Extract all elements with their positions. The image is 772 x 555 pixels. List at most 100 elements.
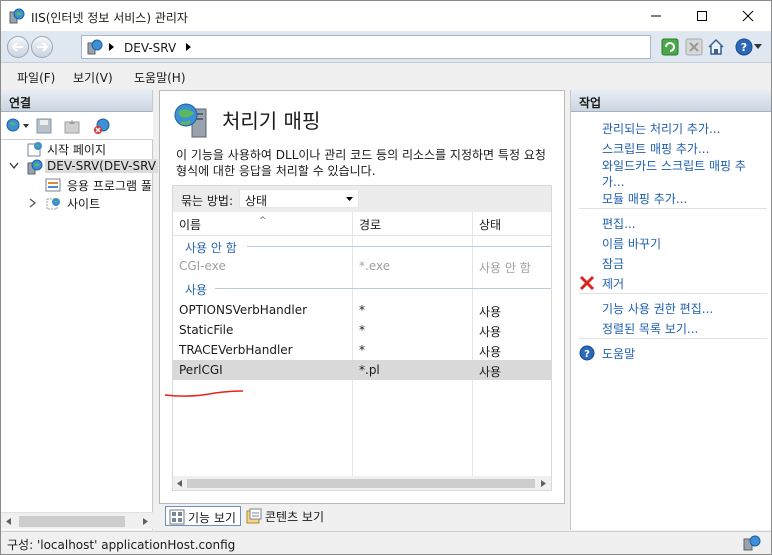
view-tabs: 기능 보기 콘텐츠 보기 [159,504,565,528]
tab-features-label: 기능 보기 [188,511,236,525]
tree-server-label: DEV-SRV(DEV-SRV [45,159,159,173]
help-icon[interactable]: ? [735,38,753,56]
expand-chevron-icon[interactable] [29,198,45,214]
up-level-icon[interactable] [63,117,81,135]
action-edit-feature-permissions[interactable]: 기능 사용 권한 편집... [602,300,713,317]
breadcrumb-arrow-icon[interactable] [186,43,192,51]
row-name: TRACEVerbHandler [179,343,293,357]
svg-text:?: ? [584,349,590,360]
close-icon [742,10,754,22]
action-rename[interactable]: 이름 바꾸기 [602,235,661,252]
scroll-right-icon[interactable] [541,480,546,487]
menu-view[interactable]: 보기(V) [73,69,113,86]
tree-sites[interactable]: 사이트 [1,194,153,212]
connection-status-icon [743,535,761,551]
tree-sites-label: 사이트 [67,197,101,211]
tab-features-view[interactable]: 기능 보기 [165,506,241,526]
group-header-enabled[interactable]: 사용 [173,278,551,298]
breadcrumb-server[interactable]: DEV-SRV [124,41,176,55]
page-title: 처리기 매핑 [222,109,321,133]
action-edit[interactable]: 편집... [602,215,636,232]
help-icon[interactable]: ? [579,345,595,361]
action-remove[interactable]: 제거 [602,275,624,292]
row-state: 사용 [479,345,502,359]
row-path: * [359,343,365,357]
minimize-button[interactable] [633,1,679,31]
chevron-down-icon [346,197,353,201]
scroll-thumb[interactable] [187,479,535,488]
connections-toolbar [1,112,153,140]
tree-start-page[interactable]: 시작 페이지 [1,140,153,158]
sort-ascending-icon: ^ [259,216,267,226]
scroll-left-icon[interactable] [177,480,182,487]
maximize-button[interactable] [679,1,725,31]
disconnect-icon[interactable] [93,117,111,135]
table-row[interactable]: CGI-exe *.exe 사용 안 함 [173,256,551,276]
table-row[interactable]: TRACEVerbHandler * 사용 [173,340,551,360]
row-name: OPTIONSVerbHandler [179,303,308,317]
action-add-managed-handler[interactable]: 관리되는 처리기 추가... [602,120,720,137]
group-by-select[interactable]: 상태 [239,189,359,208]
tree-app-pools[interactable]: 응용 프로그램 풀 [1,176,153,194]
action-add-wildcard-script-map-cont[interactable]: 가... [602,173,624,190]
table-row[interactable]: OPTIONSVerbHandler * 사용 [173,300,551,320]
action-help[interactable]: 도움말 [602,345,635,362]
help-dropdown-icon[interactable] [754,44,772,62]
column-name-header[interactable]: 이름 [179,216,201,233]
row-name: CGI-exe [179,259,226,273]
tree-server[interactable]: DEV-SRV(DEV-SRV [1,158,159,176]
action-lock[interactable]: 잠금 [602,255,624,272]
row-name: StaticFile [179,323,234,337]
maximize-icon [697,11,707,21]
action-add-script-map[interactable]: 스크립트 매핑 추가... [602,140,709,157]
row-name: PerlCGI [179,363,223,377]
group-divider [247,246,551,247]
group-title: 사용 [185,283,208,297]
menu-help[interactable]: 도움말(H) [134,69,186,86]
action-add-wildcard-script-map[interactable]: 와일드카드 스크립트 매핑 추 [602,157,746,174]
table-row[interactable]: StaticFile * 사용 [173,320,551,340]
menu-bar: 파일(F) 보기(V) 도움말(H) [1,63,771,89]
forward-button[interactable] [31,36,53,58]
table-row-selected[interactable]: PerlCGI *.pl 사용 [173,360,551,380]
tab-content-view[interactable]: 콘텐츠 보기 [243,506,328,526]
start-page-icon [27,142,42,157]
refresh-icon[interactable] [661,38,679,56]
scroll-left-icon[interactable] [6,518,11,525]
back-button[interactable] [7,36,29,58]
remove-icon[interactable] [579,275,595,291]
row-path: *.exe [359,259,391,273]
actions-header: 작업 [571,90,771,112]
scroll-right-icon[interactable] [143,518,148,525]
save-icon[interactable] [35,117,53,135]
row-path: * [359,303,365,317]
address-field[interactable]: DEV-SRV [81,35,651,59]
column-path-header[interactable]: 경로 [359,216,381,233]
server-icon [27,159,43,175]
handler-mappings-list: 묶는 방법: 상태 이름 ^ 경로 상태 사용 안 함 CGI-exe *.ex… [172,185,552,491]
column-state-header[interactable]: 상태 [479,216,501,233]
menu-file[interactable]: 파일(F) [17,69,55,86]
home-icon[interactable] [707,38,725,56]
scroll-thumb[interactable] [19,516,125,527]
close-button[interactable] [725,1,771,31]
action-add-module-map[interactable]: 모듈 매핑 추가... [602,190,687,207]
connect-icon[interactable] [5,117,23,135]
group-header-disabled[interactable]: 사용 안 함 [173,236,551,256]
feature-pane: 처리기 매핑 이 기능을 사용하여 DLL이나 관리 코드 등의 리소스를 지정… [159,90,565,504]
row-state: 사용 [479,305,502,319]
app-pools-icon [45,178,61,192]
connections-scrollbar[interactable] [1,512,153,529]
row-path: * [359,323,365,337]
breadcrumb-arrow-icon [109,43,114,51]
iis-manager-window: IIS(인터넷 정보 서비스) 관리자 DEV-SRV ? 파일(F) 보기(V… [0,0,772,555]
action-view-ordered-list[interactable]: 정렬된 목록 보기... [602,320,698,337]
stop-icon[interactable] [685,38,703,56]
list-horizontal-scrollbar[interactable] [173,476,551,490]
actions-divider [579,208,767,209]
sites-icon [46,198,60,210]
group-by-value: 상태 [245,194,268,208]
tree-app-pools-label: 응용 프로그램 풀 [67,179,152,193]
row-state: 사용 안 함 [479,261,531,275]
feature-description: 이 기능을 사용하여 DLL이나 관리 코드 등의 리소스를 지정하면 특정 요… [176,148,546,178]
